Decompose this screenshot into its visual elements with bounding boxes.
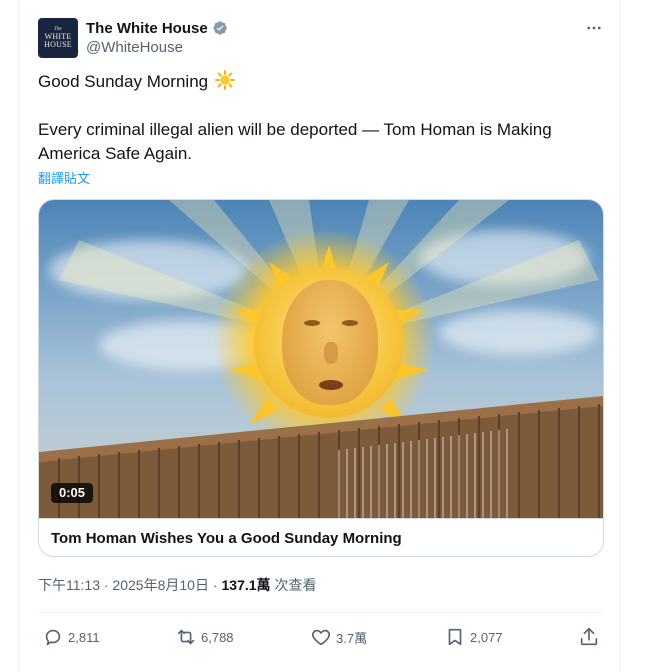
tweet-text: Good Sunday Morning Every criminal illeg… — [38, 70, 598, 166]
like-count: 3.7萬 — [336, 630, 368, 646]
repost-count: 6,788 — [201, 629, 234, 645]
display-name[interactable]: The White House — [86, 20, 208, 37]
name-row: The White House — [86, 18, 228, 38]
border-wall-graphic — [39, 396, 603, 518]
tweet-meta: 下午11:13 · 2025年8月10日 · 137.1萬 次查看 — [38, 575, 317, 595]
verified-badge-icon[interactable] — [212, 20, 228, 36]
timeline-border-right — [620, 0, 621, 672]
like-button[interactable]: 3.7萬 — [310, 623, 367, 651]
author-names: The White House @WhiteHouse — [86, 18, 228, 58]
more-button[interactable] — [580, 18, 608, 38]
tweet-greeting: Good Sunday Morning — [38, 72, 209, 91]
tweet-header: The WHITE HOUSE The White House @WhiteHo… — [38, 16, 608, 60]
like-icon — [312, 629, 330, 646]
video-card[interactable]: 0:05 Tom Homan Wishes You a Good Sunday … — [38, 199, 604, 557]
video-duration-badge: 0:05 — [51, 483, 94, 503]
sun-emoji-icon — [214, 70, 235, 90]
bookmark-count: 2,077 — [470, 629, 503, 645]
bookmark-button[interactable]: 2,077 — [444, 623, 503, 651]
share-button[interactable] — [578, 623, 600, 651]
views-count: 137.1萬 — [221, 577, 271, 593]
reply-count: 2,811 — [68, 629, 100, 645]
views-label: 次查看 — [274, 577, 317, 593]
tweet-text-line2: Every criminal illegal alien will be dep… — [38, 120, 552, 163]
reply-button[interactable]: 2,811 — [42, 623, 100, 651]
reply-icon — [45, 629, 61, 646]
bookmark-icon — [448, 628, 462, 646]
avatar-text-line3: HOUSE — [44, 40, 72, 49]
more-icon — [587, 26, 601, 30]
share-icon — [580, 627, 598, 646]
timestamp[interactable]: 下午11:13 · 2025年8月10日 · — [38, 575, 218, 595]
tweet-text-line1: Good Sunday Morning — [38, 70, 598, 94]
action-divider — [38, 612, 604, 613]
repost-icon — [177, 629, 195, 645]
handle[interactable]: @WhiteHouse — [86, 38, 228, 58]
avatar[interactable]: The WHITE HOUSE — [38, 18, 78, 58]
video-caption[interactable]: Tom Homan Wishes You a Good Sunday Morni… — [39, 518, 603, 556]
repost-button[interactable]: 6,788 — [175, 623, 234, 651]
video-thumbnail[interactable]: 0:05 — [39, 200, 603, 518]
action-bar: 2,811 6,788 3.7萬 2,077 — [38, 623, 604, 651]
timeline-border-left — [18, 0, 19, 672]
translate-link[interactable]: 翻譯貼文 — [38, 168, 90, 187]
